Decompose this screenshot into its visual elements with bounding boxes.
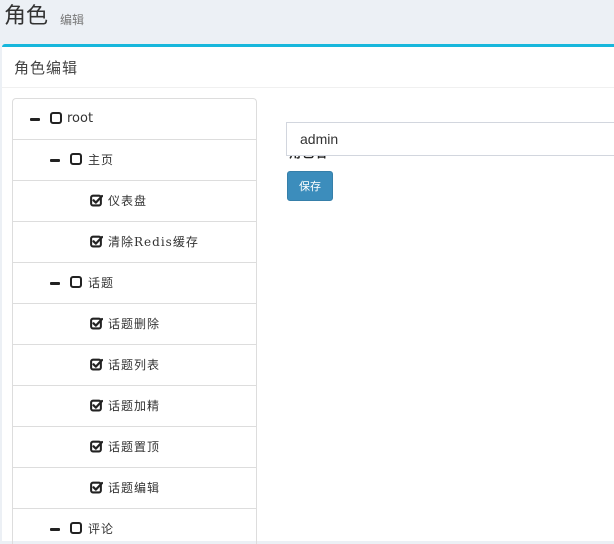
tree-node[interactable]: 话题置顶 bbox=[13, 427, 256, 468]
tree-node[interactable]: 评论 bbox=[13, 509, 256, 544]
tree-node[interactable]: 话题列表 bbox=[13, 345, 256, 386]
save-button[interactable]: 保存 bbox=[287, 171, 333, 201]
checkbox-checked-icon[interactable] bbox=[90, 440, 103, 453]
collapse-icon[interactable] bbox=[30, 118, 40, 121]
tree-node-label: 话题置顶 bbox=[108, 440, 161, 454]
tree-node[interactable]: root bbox=[13, 99, 256, 140]
tree-node[interactable]: 主页 bbox=[13, 140, 256, 181]
checkbox-checked-icon[interactable] bbox=[90, 399, 103, 412]
permission-tree: root 主页仪表盘清除Redis缓存话题话题删除话题列表话题加精话题置顶话题编辑… bbox=[12, 98, 257, 544]
tree-node-label: 话题 bbox=[88, 276, 115, 290]
checkbox-unchecked-icon[interactable] bbox=[50, 112, 62, 124]
checkbox-unchecked-icon[interactable] bbox=[70, 153, 82, 165]
tree-node-label: 话题删除 bbox=[108, 317, 161, 331]
tree-node-label: 主页 bbox=[88, 153, 115, 167]
checkbox-unchecked-icon[interactable] bbox=[70, 276, 82, 288]
tree-node-label: 评论 bbox=[88, 522, 115, 536]
tree-node-label: 仪表盘 bbox=[108, 194, 148, 208]
tree-node-label: 话题加精 bbox=[108, 399, 161, 413]
checkbox-unchecked-icon[interactable] bbox=[70, 522, 82, 534]
checkbox-checked-icon[interactable] bbox=[90, 481, 103, 494]
tree-node[interactable]: 话题删除 bbox=[13, 304, 256, 345]
role-edit-panel: 角色编辑 root 主页仪表盘清除Redis缓存话题话题删除话题列表话题加精话题置… bbox=[2, 44, 614, 544]
tree-node[interactable]: 清除Redis缓存 bbox=[13, 222, 256, 263]
page-title: 角色 bbox=[4, 4, 49, 29]
tree-node[interactable]: 仪表盘 bbox=[13, 181, 256, 222]
tree-node-label: root bbox=[67, 111, 94, 126]
tree-node-label: 清除Redis缓存 bbox=[108, 235, 199, 249]
role-name-input[interactable] bbox=[286, 122, 614, 156]
checkbox-checked-icon[interactable] bbox=[90, 235, 103, 248]
tree-node[interactable]: 话题编辑 bbox=[13, 468, 256, 509]
tree-node-label: 话题列表 bbox=[108, 358, 161, 372]
panel-header: 角色编辑 bbox=[2, 47, 614, 88]
collapse-icon[interactable] bbox=[50, 528, 60, 531]
checkbox-checked-icon[interactable] bbox=[90, 358, 103, 371]
collapse-icon[interactable] bbox=[50, 159, 60, 162]
checkbox-checked-icon[interactable] bbox=[90, 317, 103, 330]
tree-node[interactable]: 话题 bbox=[13, 263, 256, 304]
panel-title: 角色编辑 bbox=[14, 59, 79, 77]
checkbox-checked-icon[interactable] bbox=[90, 194, 103, 207]
collapse-icon[interactable] bbox=[50, 282, 60, 285]
page-subtitle: 编辑 bbox=[60, 13, 85, 27]
tree-node[interactable]: 话题加精 bbox=[13, 386, 256, 427]
content-header: 角色 编辑 bbox=[0, 0, 614, 44]
tree-node-label: 话题编辑 bbox=[108, 481, 161, 495]
